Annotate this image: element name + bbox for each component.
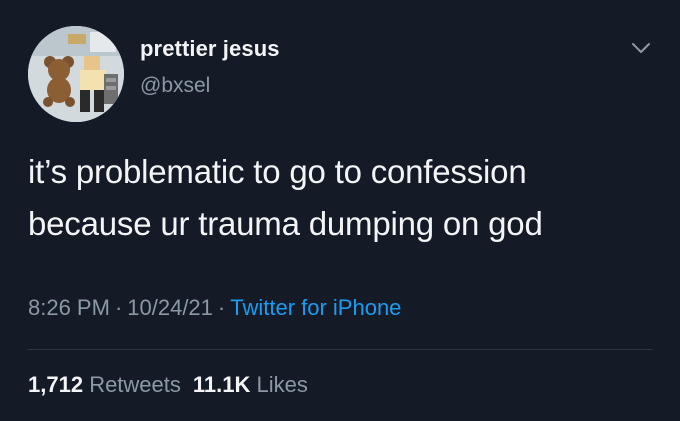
- user-handle[interactable]: @bxsel: [140, 74, 210, 98]
- likes-label: Likes: [256, 372, 308, 397]
- tweet-date[interactable]: 10/24/21: [127, 295, 213, 320]
- tweet-card: prettier jesus @bxsel it’s problematic t…: [0, 0, 680, 421]
- tweet-text-line: it’s problematic to go to confession: [28, 153, 527, 190]
- tweet-text-line: because ur trauma dumping on god: [28, 205, 543, 242]
- tweet-meta: 8:26 PM · 10/24/21 · Twitter for iPhone: [28, 295, 401, 321]
- retweets-label: Retweets: [89, 372, 181, 397]
- chevron-down-icon[interactable]: [630, 40, 652, 56]
- avatar-image: [28, 26, 124, 122]
- tweet-source-link[interactable]: Twitter for iPhone: [230, 295, 401, 320]
- tweet-time[interactable]: 8:26 PM: [28, 295, 110, 320]
- display-name[interactable]: prettier jesus: [140, 36, 280, 62]
- divider: [28, 349, 652, 350]
- likes-count: 11.1K: [192, 372, 251, 397]
- tweet-text: it’s problematic to go to confession bec…: [28, 146, 658, 250]
- retweets-count: 1,712: [28, 372, 84, 397]
- avatar[interactable]: [28, 26, 124, 122]
- engagement-stats: 1,712 Retweets 11.1K Likes: [28, 372, 308, 398]
- likes-stat[interactable]: 11.1K Likes: [193, 372, 308, 397]
- meta-separator: ·: [114, 295, 123, 320]
- retweets-stat[interactable]: 1,712 Retweets: [28, 372, 181, 397]
- meta-separator: ·: [217, 295, 226, 320]
